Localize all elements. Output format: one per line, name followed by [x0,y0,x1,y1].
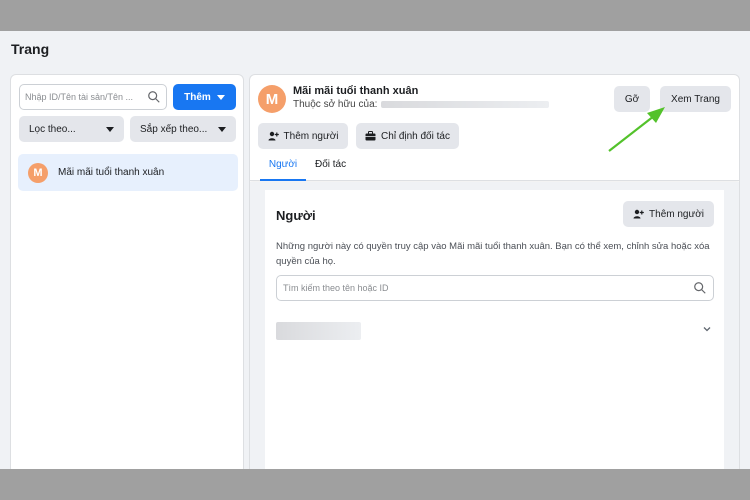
caret-down-icon [106,126,114,132]
add-button-label: Thêm [184,91,211,103]
search-icon[interactable] [147,90,161,104]
people-title: Người [276,208,316,223]
people-search[interactable] [276,275,714,301]
caret-down-icon [216,94,225,100]
sort-dropdown[interactable]: Sắp xếp theo... [130,116,236,142]
page-title: Trang [11,41,50,57]
add-people-button[interactable]: Thêm người [258,123,348,149]
filter-dropdown[interactable]: Lọc theo... [19,116,124,142]
redacted-person-row[interactable] [276,322,361,340]
page-detail-panel: M Mãi mãi tuổi thanh xuân Thuộc sở hữu c… [249,74,740,469]
people-search-input[interactable] [283,276,683,300]
owner-line: Thuộc sở hữu của: [293,99,550,110]
redacted-owner [381,101,550,108]
people-section: Người Thêm người Những người này có quyề… [250,182,739,469]
people-description: Những người này có quyền truy cập vào Mã… [276,241,710,267]
add-button[interactable]: Thêm [173,84,236,110]
pages-sidebar: Thêm Lọc theo... Sắp xếp theo... M Mãi m… [10,74,244,469]
page-list-item[interactable]: M Mãi mãi tuổi thanh xuân [18,154,238,191]
tab-people[interactable]: Người [260,159,306,181]
add-people-button-label: Thêm người [649,208,704,220]
app-window: Trang Thêm Lọc theo... Sắp xếp theo... M… [0,31,750,469]
add-person-icon [268,131,279,141]
people-card: Người Thêm người Những người này có quyề… [265,190,724,469]
briefcase-icon [365,131,376,141]
chevron-down-icon[interactable] [701,323,713,335]
assign-partner-button[interactable]: Chỉ định đối tác [356,123,459,149]
page-name: Mãi mãi tuổi thanh xuân [293,85,419,97]
remove-button[interactable]: Gỡ [614,86,650,112]
add-people-button[interactable]: Thêm người [623,201,714,227]
tab-partners[interactable]: Đối tác [315,159,346,170]
view-page-button[interactable]: Xem Trang [660,86,731,112]
add-people-button-label: Thêm người [283,130,339,142]
search-icon[interactable] [693,281,707,295]
owner-label: Thuộc sở hữu của: [293,99,378,110]
assign-partner-button-label: Chỉ định đối tác [381,130,450,142]
add-person-icon [633,209,644,219]
page-avatar: M [28,162,48,183]
sort-dropdown-label: Sắp xếp theo... [140,123,208,135]
caret-down-icon [218,126,226,132]
sidebar-search-input[interactable] [25,85,143,109]
page-avatar: M [258,85,286,113]
sidebar-search[interactable] [19,84,167,110]
filter-dropdown-label: Lọc theo... [29,123,76,135]
page-list-item-name: Mãi mãi tuổi thanh xuân [58,167,165,178]
page-detail-header: M Mãi mãi tuổi thanh xuân Thuộc sở hữu c… [250,75,739,181]
